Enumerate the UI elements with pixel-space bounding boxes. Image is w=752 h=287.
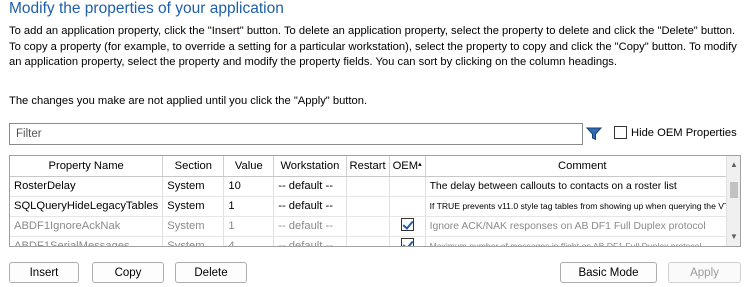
oem-checkbox[interactable] xyxy=(400,238,414,246)
properties-table: Property Name Section Value Workstation … xyxy=(10,156,740,246)
instructions-text: To add an application property, click th… xyxy=(9,25,737,68)
cell-restart[interactable] xyxy=(346,196,390,217)
grid-vertical-scrollbar[interactable]: ▲ ▼ xyxy=(726,156,740,246)
column-header-workstation[interactable]: Workstation xyxy=(273,156,347,177)
filter-input[interactable] xyxy=(9,123,583,145)
cell-comment[interactable]: The delay between callouts to contacts o… xyxy=(425,176,740,197)
cell-workstation[interactable]: -- default -- xyxy=(273,196,347,217)
cell-comment[interactable]: Maximum number of messages in flight on … xyxy=(425,236,740,246)
hide-oem-checkbox-box[interactable] xyxy=(614,126,627,139)
insert-button[interactable]: Insert xyxy=(9,262,79,283)
cell-comment[interactable]: Ignore ACK/NAK responses on AB DF1 Full … xyxy=(425,216,740,237)
column-header-section[interactable]: Section xyxy=(162,156,225,177)
cell-oem[interactable] xyxy=(389,216,426,237)
column-header-value[interactable]: Value xyxy=(223,156,275,177)
cell-workstation[interactable]: -- default -- xyxy=(273,176,347,197)
cell-restart[interactable] xyxy=(346,236,390,246)
table-row[interactable]: SQLQueryHideLegacyTables System 1 -- defaul… xyxy=(10,196,740,217)
cell-value[interactable]: 1 xyxy=(223,196,275,217)
column-header-comment[interactable]: Comment xyxy=(425,156,740,177)
hide-oem-checkbox[interactable]: Hide OEM Properties xyxy=(614,126,737,139)
table-body: RosterDelay System 10 -- default -- The dela… xyxy=(10,176,740,246)
table-row[interactable]: ABDF1IgnoreAckNak System 1 -- default -- Ign… xyxy=(10,216,740,237)
cell-restart[interactable] xyxy=(346,216,390,237)
column-header-property-name[interactable]: Property Name xyxy=(10,156,164,177)
copy-button[interactable]: Copy xyxy=(92,262,164,283)
cell-restart[interactable] xyxy=(346,176,390,197)
cell-workstation[interactable]: -- default -- xyxy=(273,216,347,237)
sort-ascending-icon: ▴ xyxy=(418,160,422,168)
basic-mode-button[interactable]: Basic Mode xyxy=(560,262,657,283)
table-row[interactable]: RosterDelay System 10 -- default -- The dela… xyxy=(10,176,740,197)
filter-funnel-icon[interactable] xyxy=(584,125,604,143)
cell-value[interactable]: 10 xyxy=(223,176,275,197)
cell-value[interactable]: 4 xyxy=(223,236,275,246)
scroll-up-icon[interactable]: ▲ xyxy=(729,160,739,170)
cell-oem[interactable] xyxy=(389,236,426,246)
apply-note: The changes you make are not applied unt… xyxy=(9,95,368,107)
cell-oem[interactable] xyxy=(389,196,426,217)
cell-section[interactable]: System xyxy=(162,196,225,217)
cell-property-name[interactable]: RosterDelay xyxy=(10,176,164,197)
scroll-thumb[interactable] xyxy=(730,182,738,198)
cell-section[interactable]: System xyxy=(162,176,225,197)
apply-button[interactable]: Apply xyxy=(668,262,741,283)
column-header-oem[interactable]: OEM▴ xyxy=(389,156,426,177)
cell-comment[interactable]: If TRUE prevents v11.0 style tag tables … xyxy=(425,196,740,217)
cell-value[interactable]: 1 xyxy=(223,216,275,237)
table-row[interactable]: ABDF1SerialMessages System 4 -- default -- M… xyxy=(10,236,740,246)
delete-button[interactable]: Delete xyxy=(175,262,247,283)
cell-property-name[interactable]: ABDF1SerialMessages xyxy=(10,236,164,246)
properties-grid[interactable]: Property Name Section Value Workstation … xyxy=(9,155,741,247)
cell-section[interactable]: System xyxy=(162,236,225,246)
oem-checkbox[interactable] xyxy=(400,218,414,231)
table-header-row: Property Name Section Value Workstation … xyxy=(10,156,740,177)
cell-property-name[interactable]: SQLQueryHideLegacyTables xyxy=(10,196,164,217)
scroll-down-icon[interactable]: ▼ xyxy=(729,232,739,242)
cell-property-name[interactable]: ABDF1IgnoreAckNak xyxy=(10,216,164,237)
hide-oem-label: Hide OEM Properties xyxy=(631,126,737,139)
page-title: Modify the properties of your applicatio… xyxy=(9,0,284,17)
cell-oem[interactable] xyxy=(389,176,426,197)
cell-workstation[interactable]: -- default -- xyxy=(273,236,347,246)
cell-section[interactable]: System xyxy=(162,216,225,237)
column-header-oem-label: OEM xyxy=(392,159,419,172)
column-header-restart[interactable]: Restart xyxy=(346,156,390,177)
